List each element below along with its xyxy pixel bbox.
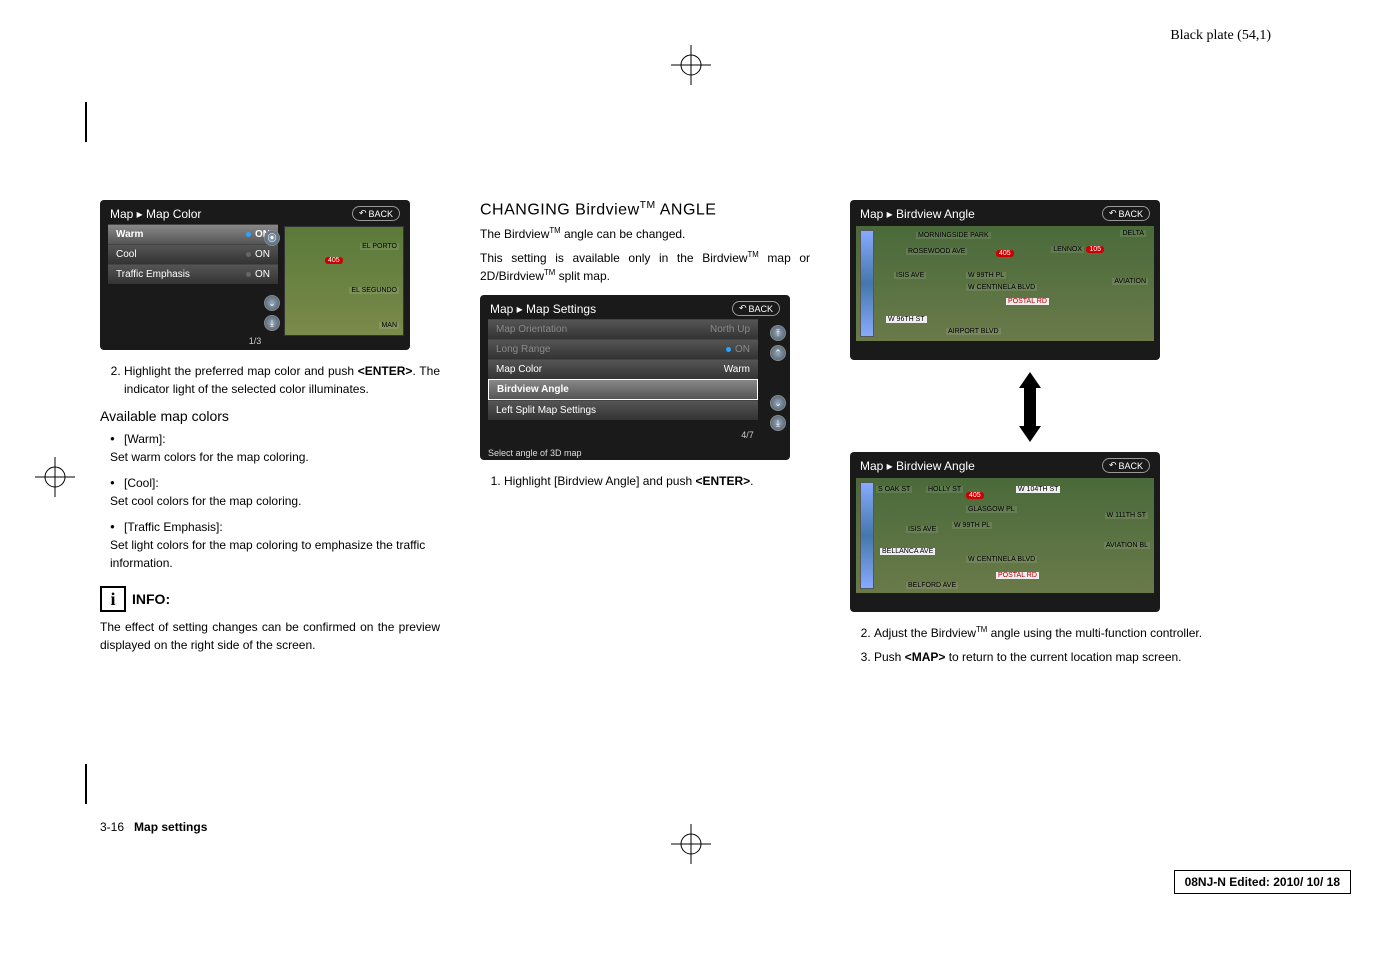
info-text: The effect of setting changes can be con… — [100, 618, 440, 654]
birdview-map-high: MORNINGSIDE PARK ROSEWOOD AVE ISIS AVE W… — [856, 226, 1154, 341]
info-label: INFO: — [132, 591, 170, 607]
menu-row-left-split: Left Split Map Settings — [488, 400, 758, 420]
menu-row-orientation: Map OrientationNorth Up — [488, 319, 758, 339]
down-icon: ⌄ — [770, 395, 786, 411]
bullet-warm: [Warm]:Set warm colors for the map color… — [110, 430, 440, 466]
page-counter: 1/3 — [249, 336, 262, 346]
info-box: i INFO: — [100, 586, 440, 612]
menu-row-long-range: Long RangeON — [488, 339, 758, 359]
menu-list: WarmON CoolON Traffic EmphasisON — [108, 224, 278, 284]
screenshot-map-settings: Map ▸ Map Settings ↶ BACK Map Orientatio… — [480, 295, 790, 460]
screenshot-map-color: Map ▸ Map Color ↶ BACK WarmON CoolON Tra… — [100, 200, 410, 350]
step-3-push-map: Push <MAP> to return to the current loca… — [874, 648, 1210, 666]
menu-row-birdview-angle: Birdview Angle — [488, 379, 758, 400]
footer-edition-box: 08NJ-N Edited: 2010/ 10/ 18 — [1174, 870, 1351, 894]
breadcrumb: Map ▸ Birdview Angle — [860, 459, 975, 473]
heading-changing-birdview: CHANGING BirdviewTM ANGLE — [480, 200, 810, 219]
angle-slider — [860, 482, 874, 589]
column-2: CHANGING BirdviewTM ANGLE The BirdviewTM… — [480, 200, 810, 676]
screenshot-birdview-bottom: Map ▸ Birdview Angle ↶ BACK S OAK ST HOL… — [850, 452, 1160, 612]
angle-slider — [860, 230, 874, 337]
skip-icon: ⤓ — [264, 315, 280, 331]
column-1: Map ▸ Map Color ↶ BACK WarmON CoolON Tra… — [100, 200, 440, 676]
breadcrumb: Map ▸ Map Settings — [490, 302, 596, 316]
menu-row-traffic: Traffic EmphasisON — [108, 264, 278, 284]
back-button: ↶ BACK — [1102, 206, 1150, 221]
hint-text: Select angle of 3D map — [488, 448, 582, 458]
down-icon: ⌄ — [264, 295, 280, 311]
menu-row-warm: WarmON — [108, 224, 278, 244]
map-preview: EL PORTO EL SEGUNDO MAN 405 — [284, 226, 404, 336]
vertical-arrow-icon — [850, 372, 1210, 442]
screenshot-birdview-top: Map ▸ Birdview Angle ↶ BACK MORNINGSIDE … — [850, 200, 1160, 360]
menu-row-map-color: Map ColorWarm — [488, 359, 758, 379]
crop-mark-top — [671, 45, 711, 85]
step-1-highlight: Highlight [Birdview Angle] and push <ENT… — [504, 472, 810, 490]
page-counter: 4/7 — [741, 430, 754, 440]
crop-mark-left — [35, 457, 75, 497]
info-icon: i — [100, 586, 126, 612]
page-edge-mark — [85, 764, 87, 804]
crop-mark-bottom — [671, 824, 711, 864]
step-2: Highlight the preferred map color and pu… — [124, 362, 440, 398]
back-button: ↶ BACK — [732, 301, 780, 316]
down-skip-icon: ⤓ — [770, 415, 786, 431]
birdview-map-low: S OAK ST HOLLY ST W 104TH ST GLASGOW PL … — [856, 478, 1154, 593]
breadcrumb: Map ▸ Birdview Angle — [860, 207, 975, 221]
up-skip-icon: ⤒ — [770, 325, 786, 341]
breadcrumb: Map ▸ Map Color — [110, 207, 201, 221]
bullet-traffic: [Traffic Emphasis]:Set light colors for … — [110, 518, 440, 572]
para-setting-available: This setting is available only in the Bi… — [480, 249, 810, 285]
subheading-available-colors: Available map colors — [100, 408, 440, 424]
page-edge-mark — [85, 102, 87, 142]
step-2-adjust: Adjust the BirdviewTM angle using the mu… — [874, 624, 1210, 642]
back-button: ↶ BACK — [352, 206, 400, 221]
menu-row-cool: CoolON — [108, 244, 278, 264]
up-icon: ⌃ — [770, 345, 786, 361]
page-plate-label: Black plate (54,1) — [1170, 28, 1271, 44]
para-angle-changed: The BirdviewTM angle can be changed. — [480, 225, 810, 243]
bullet-cool: [Cool]:Set cool colors for the map color… — [110, 474, 440, 510]
back-button: ↶ BACK — [1102, 458, 1150, 473]
footer-page-ref: 3-16 Map settings — [100, 820, 207, 834]
column-3: Map ▸ Birdview Angle ↶ BACK MORNINGSIDE … — [850, 200, 1210, 676]
nav-icon: ⦿ — [264, 230, 280, 246]
